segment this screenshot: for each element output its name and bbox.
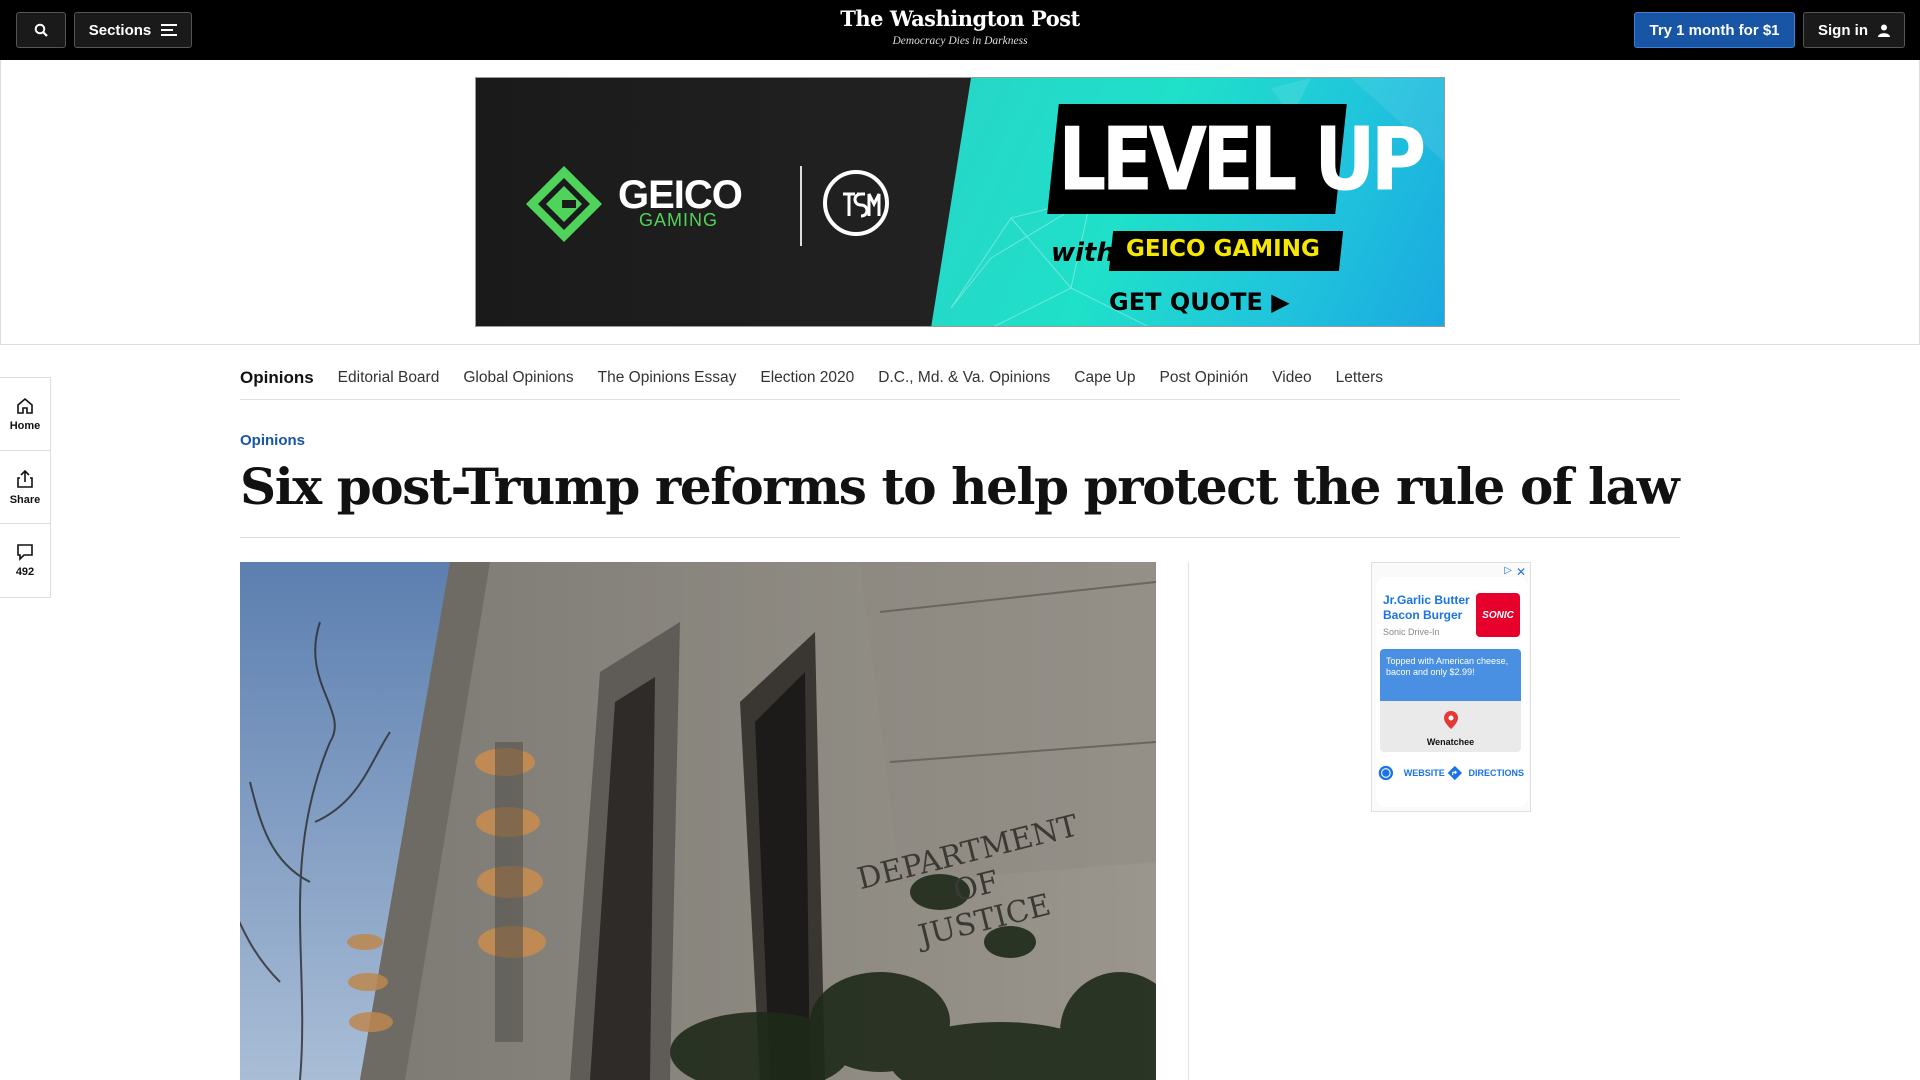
signin-label: Sign in [1818,21,1868,39]
geico-gaming-line: GEICO GAMING [1126,236,1320,262]
banner-divider [800,166,802,246]
banner-ad[interactable]: GEICO GAMING LEVEL UP with GEICO GAMING … [475,77,1445,327]
signin-button[interactable]: Sign in [1803,12,1905,48]
rail-comments[interactable]: 492 [0,524,50,597]
comment-icon [17,544,33,561]
nav-dc-md-va-opinions[interactable]: D.C., Md. & Va. Opinions [878,369,1050,387]
opinions-nav: Opinions Editorial Board Global Opinions… [240,356,1680,400]
comments-count: 492 [15,566,35,578]
masthead-logo: The Washington Post [840,6,1080,31]
directions-icon [1447,765,1462,781]
masthead[interactable]: The Washington Post Democracy Dies in Da… [760,6,1160,47]
sidebar-ad[interactable]: ▷ ✕ Jr.Garlic Butter Bacon Burger Sonic … [1371,562,1531,812]
sidebar-ad-city: Wenatchee [1426,737,1475,747]
sections-button[interactable]: Sections [74,12,192,48]
headline-divider [240,537,1680,538]
nav-opinions[interactable]: Opinions [240,368,314,388]
nav-post-opinion[interactable]: Post Opinión [1159,369,1248,387]
rail-home-label: Home [9,419,41,432]
banner-with-text: with [1051,238,1115,268]
column-divider [1188,562,1189,1080]
directions-link[interactable]: DIRECTIONS [1468,768,1524,778]
nav-election-2020[interactable]: Election 2020 [760,369,854,387]
search-button[interactable] [16,12,66,48]
sidebar-ad-promo: Topped with American cheese, bacon and o… [1380,649,1521,701]
nav-letters[interactable]: Letters [1336,369,1383,387]
nav-cape-up[interactable]: Cape Up [1074,369,1135,387]
menu-icon [161,24,178,36]
left-rail: Home Share 492 [0,377,51,598]
geico-gaming-logo-icon [526,166,602,242]
home-icon [17,397,33,414]
doj-building-photo: DEPARTMENT OF JUSTICE [240,562,1156,1080]
nav-video[interactable]: Video [1272,369,1311,387]
geico-gaming-subtitle: GAMING [639,210,719,230]
sidebar-ad-actions: WEBSITE DIRECTIONS [1378,761,1524,785]
map-pin-icon [1444,711,1458,729]
sonic-logo: SONIC [1476,593,1520,637]
user-icon [1878,24,1890,37]
globe-icon [1378,765,1394,781]
get-quote-cta[interactable]: GET QUOTE ▶ [1109,288,1290,316]
masthead-tagline: Democracy Dies in Darkness [892,35,1028,47]
adchoices-icon[interactable]: ▷ [1504,565,1512,576]
rail-home[interactable]: Home [0,378,50,451]
rail-share-label: Share [9,493,41,506]
rail-share[interactable]: Share [0,451,50,524]
top-bar: Sections The Washington Post Democracy D… [0,0,1920,60]
sidebar-ad-title[interactable]: Jr.Garlic Butter Bacon Burger [1383,593,1481,623]
nav-editorial-board[interactable]: Editorial Board [338,369,440,387]
sidebar-ad-map[interactable]: Topped with American cheese, bacon and o… [1380,649,1521,752]
subscribe-button[interactable]: Try 1 month for $1 [1634,12,1795,48]
website-link[interactable]: WEBSITE [1404,768,1445,778]
search-icon [34,23,48,37]
nav-opinions-essay[interactable]: The Opinions Essay [598,369,737,387]
article-kicker[interactable]: Opinions [240,432,305,449]
ad-region: GEICO GAMING LEVEL UP with GEICO GAMING … [0,60,1920,345]
nav-global-opinions[interactable]: Global Opinions [463,369,573,387]
sections-label: Sections [88,21,152,39]
share-icon [17,469,33,488]
article-headline: Six post-Trump reforms to help protect t… [240,457,1680,516]
sidebar-ad-brand: Sonic Drive-In [1383,627,1440,637]
level-up-headline: LEVEL UP [1058,108,1426,211]
tsm-logo-icon [823,170,889,236]
lead-photo[interactable]: DEPARTMENT OF JUSTICE [240,562,1156,1080]
